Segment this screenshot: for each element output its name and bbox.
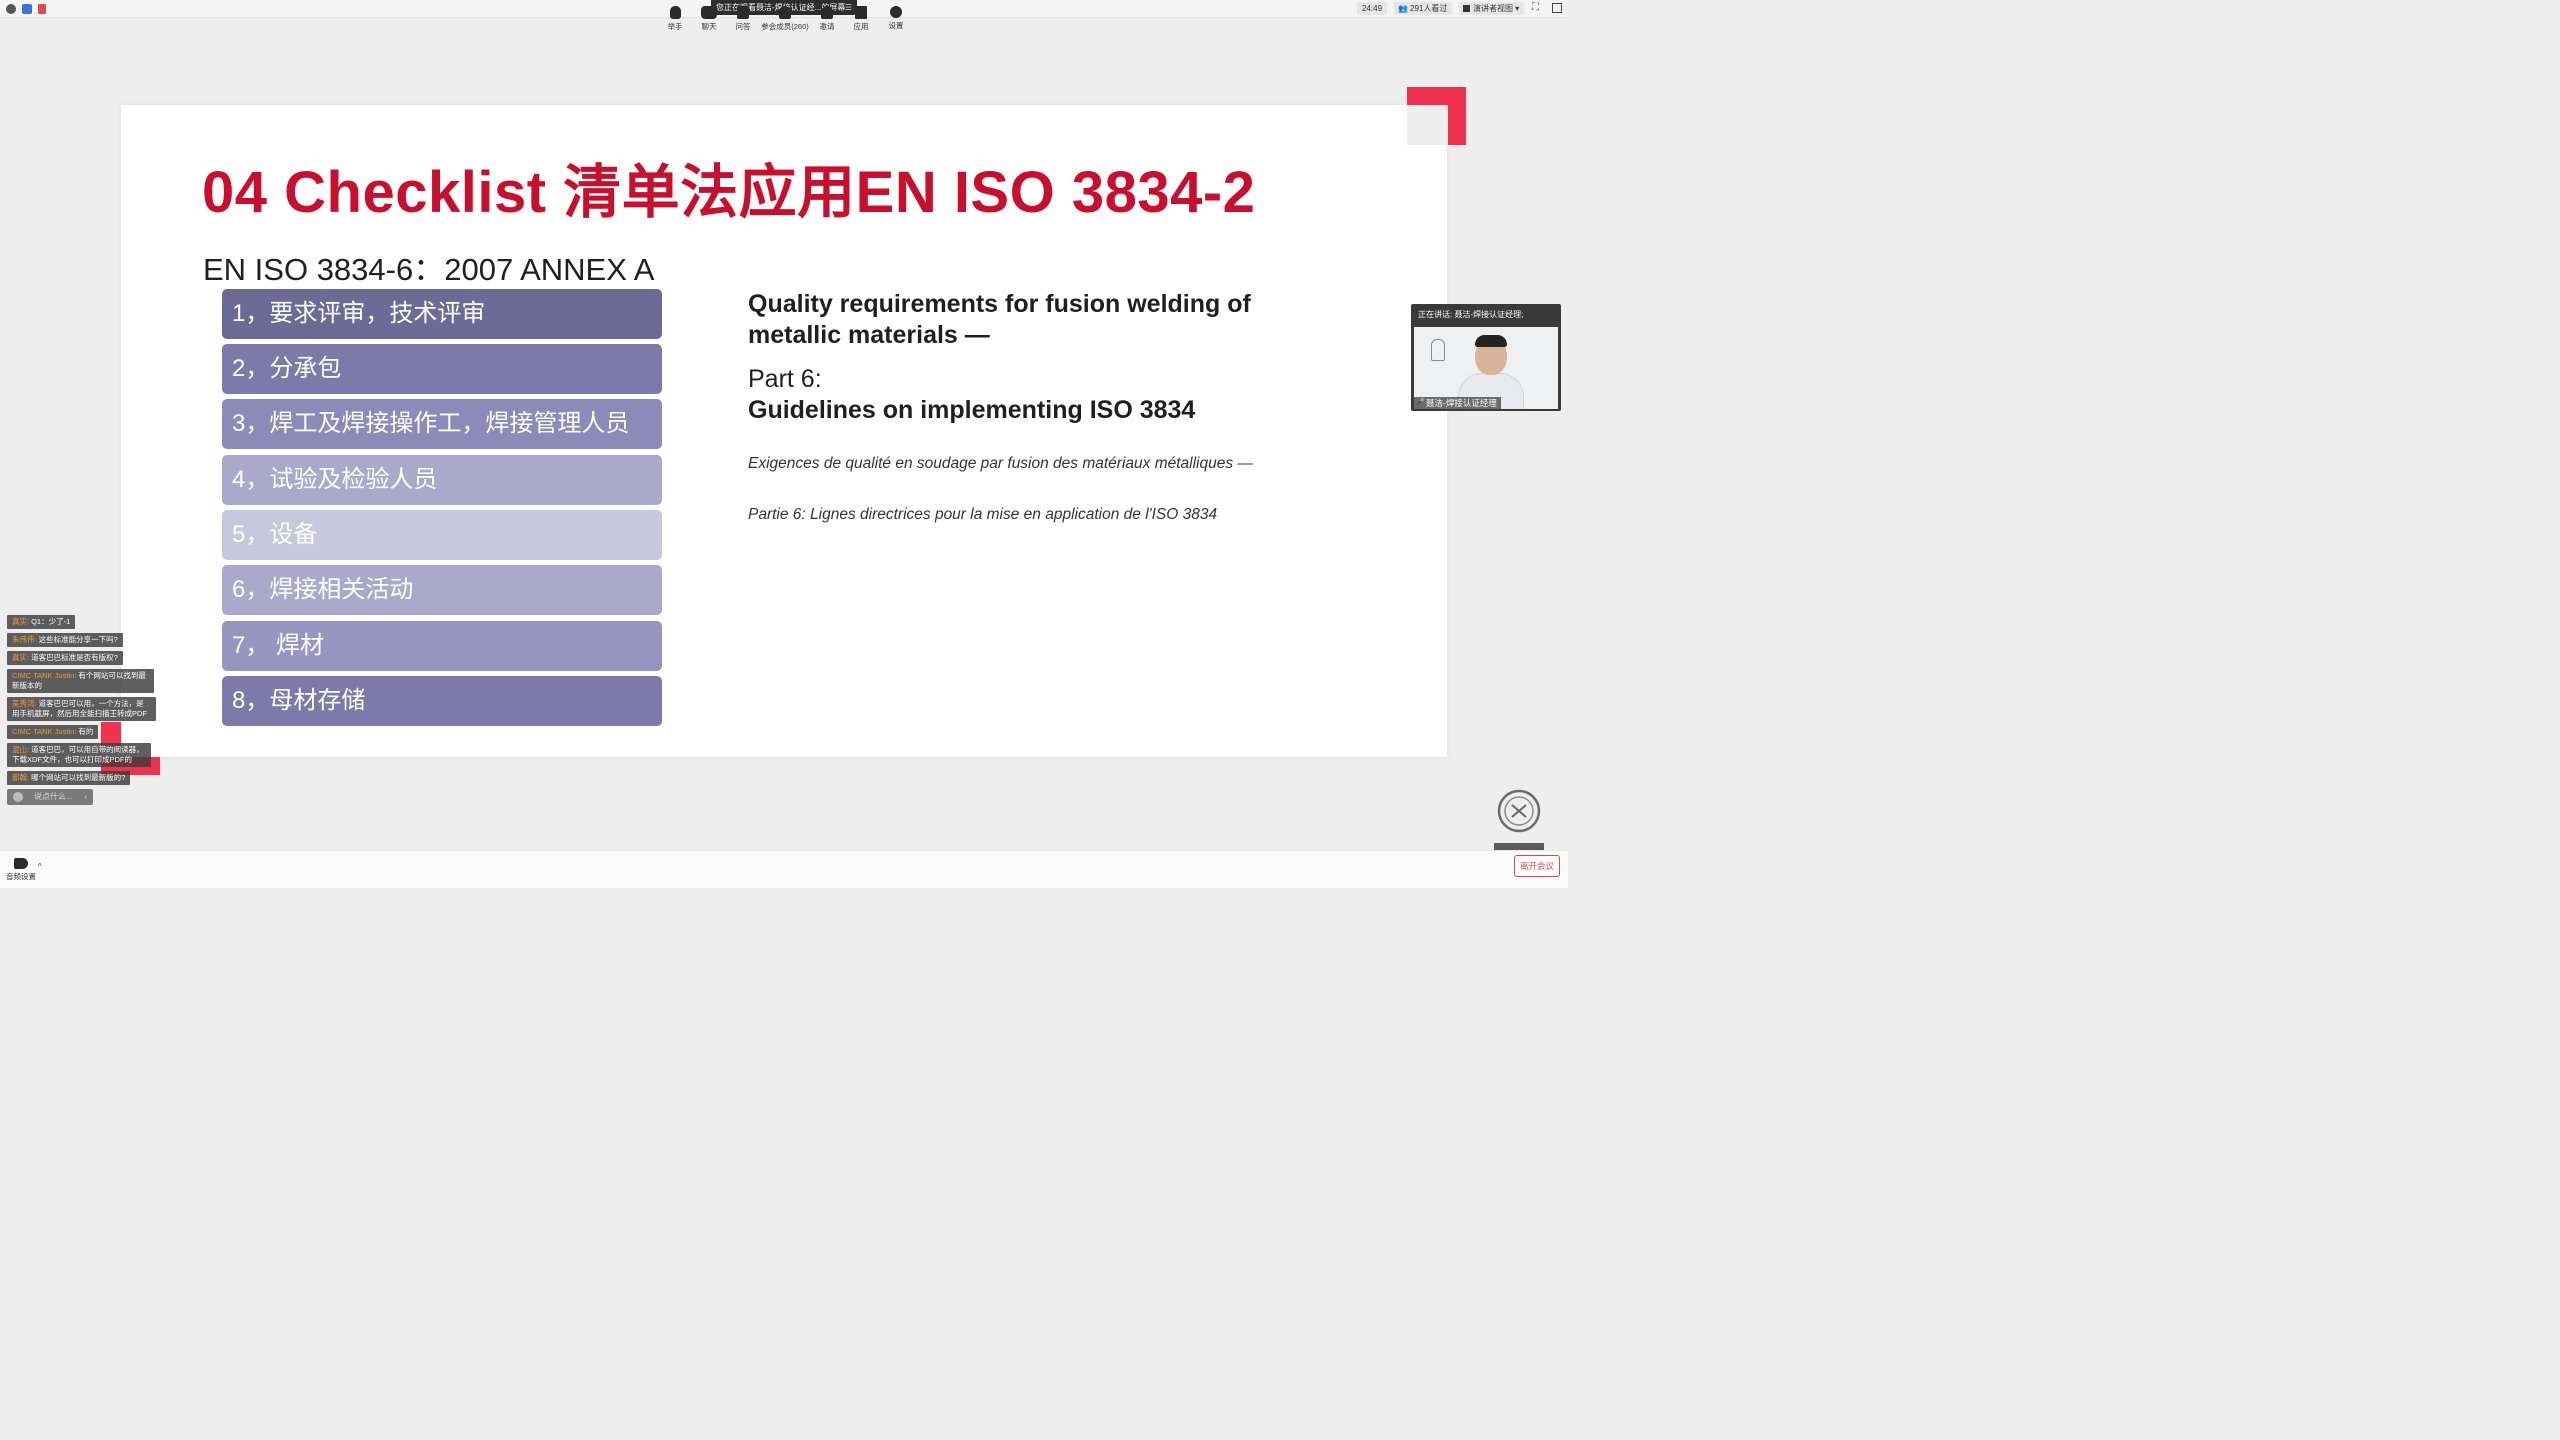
leave-meeting-button[interactable]: 离开会议 [1514,855,1560,877]
info-icon[interactable] [6,4,16,14]
slide-title: 04 Checklist 清单法应用EN ISO 3834-2 [202,160,1256,225]
participants-button[interactable]: 参会成员(260) [760,6,810,32]
gear-icon [890,6,902,18]
standard-part-french: Partie 6: Lignes directrices pour la mis… [748,506,1218,523]
checklist-item: 7， 焊材 [222,621,662,671]
checklist-item: 6，焊接相关活动 [222,565,662,615]
shield-icon[interactable] [22,4,32,14]
checklist-item: 1，要求评审，技术评审 [222,289,662,339]
checklist-item: 3，焊工及焊接操作工，焊接管理人员 [222,399,662,449]
chat-message: 混山: 道客巴巴，可以用自带的阅读器，下载XDF文件，也可以打印成PDF的 [7,743,151,767]
speaking-indicator: 正在讲话: 聂洁-焊接认证经理; [1418,310,1524,319]
slide-corner-decoration [1407,87,1466,145]
meeting-timer: 24:49 [1357,2,1388,15]
checklist-item: 5，设备 [222,510,662,560]
speaker-video[interactable]: 正在讲话: 聂洁-焊接认证经理; 聂洁-焊接认证经理 [1411,304,1561,411]
chat-input-placeholder: 说点什么... [34,792,73,801]
bottom-toolbar [0,850,1568,888]
view-mode-selector[interactable]: 演讲者视图 ▾ [1459,2,1525,15]
speaker-icon [14,858,28,869]
chat-message: CIMC TANK Justin: 有的 [7,725,99,739]
wall-logo [1431,339,1445,361]
add-user-icon [821,6,833,19]
hand-icon [669,6,681,19]
slide-subtitle: EN ISO 3834-6：2007 ANNEX A [203,252,655,287]
bureau-veritas-logo [1494,789,1544,851]
settings-button[interactable]: 设置 [874,6,918,31]
video-feed: 聂洁-焊接认证经理 [1414,327,1558,409]
chevron-up-icon[interactable]: ^ [38,862,42,871]
apps-grid-icon [855,6,867,19]
sidebar-toggle-icon[interactable] [1552,3,1562,13]
audio-settings-button[interactable]: 音频设置 [6,858,36,882]
chat-message: 真实: Q1：少了-1 [7,615,76,629]
people-icon: 👥 [1398,4,1408,13]
emoji-icon[interactable] [13,792,23,802]
checklist-item: 4，试验及检验人员 [222,455,662,505]
speaker-name: 聂洁-焊接认证经理 [1414,397,1501,409]
chat-message: 朱伟伟: 这些标准能分享一下吗? [7,633,123,647]
checklist-item: 8，母材存储 [222,676,662,726]
qa-button[interactable]: 问答 [721,6,765,32]
standard-title: Quality requirements for fusion welding … [748,290,1251,349]
fullscreen-icon[interactable]: ⛶ [1532,2,1539,13]
chat-message: 郭翰: 哪个网站可以找到最新版的? [7,771,131,785]
layout-icon [1463,5,1470,12]
standard-title-french: Exigences de qualité en soudage par fusi… [748,455,1253,472]
standard-guidelines: Guidelines on implementing ISO 3834 [748,396,1196,424]
chat-input[interactable]: 说点什么... ‹ [7,789,93,805]
signal-icon[interactable] [38,4,46,14]
person-icon [779,6,791,19]
standard-part: Part 6: [748,365,822,393]
chat-message: 真实: 道客巴巴标准是否有版权? [7,651,123,665]
chat-icon [701,6,717,19]
checklist-item: 2，分承包 [222,344,662,394]
chevron-down-icon: ▾ [1515,4,1520,13]
chat-message: 吴秀鸿: 道客巴巴可以用，一个方法，是用手机截屏，然后用全能扫描王转成PDF [7,697,156,721]
question-icon [737,6,749,19]
viewer-count[interactable]: 👥 291人看过 [1394,2,1453,15]
chevron-left-icon[interactable]: ‹ [84,789,87,805]
chat-message: CIMC TANK Justin: 有个网站可以找到最新版本的 [7,669,154,693]
